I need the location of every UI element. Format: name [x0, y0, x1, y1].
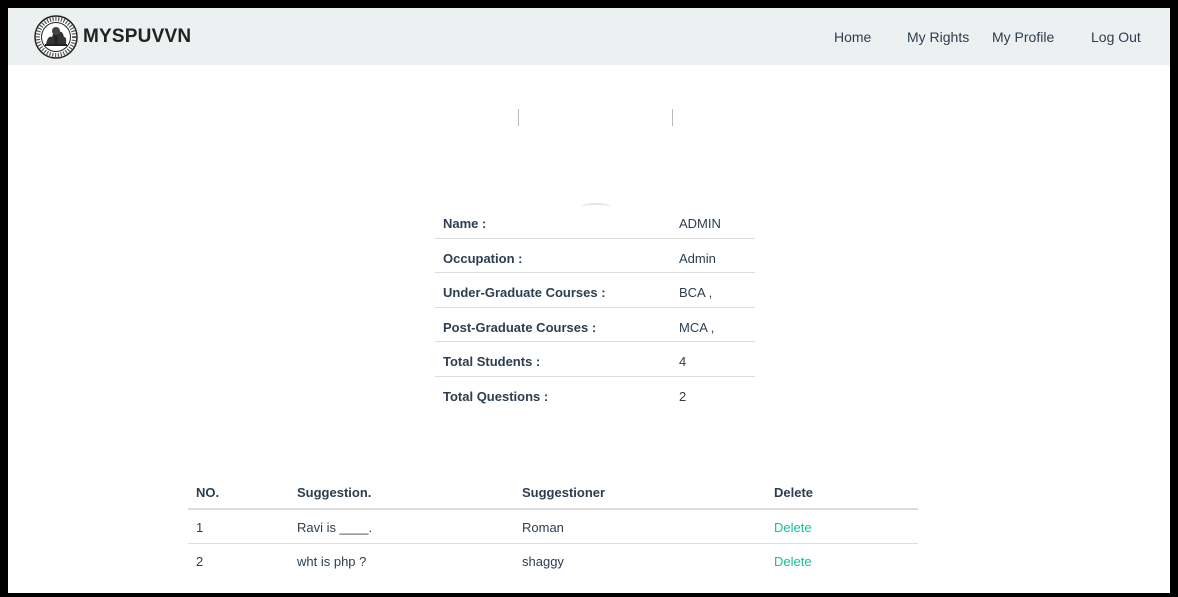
suggestion-text: wht is php ?: [297, 554, 367, 569]
total-questions-label: Total Questions :: [443, 388, 549, 404]
suggestions-table-header: NO. Suggestion. Suggestioner Delete: [188, 478, 918, 510]
header-suggestioner: Suggestioner: [522, 485, 606, 500]
header-no: NO.: [196, 485, 220, 500]
suggestioner-name: Roman: [522, 520, 564, 535]
total-students-value: 4: [679, 354, 687, 369]
total-questions-value: 2: [679, 388, 687, 404]
profile-row-total-students: Total Students : 4: [435, 341, 755, 376]
row-number: 2: [196, 554, 204, 569]
nav-log-out-link[interactable]: Log Out: [1091, 29, 1141, 45]
delete-link[interactable]: Delete: [774, 554, 812, 569]
profile-row-name: Name : ADMIN: [435, 204, 755, 238]
ug-courses-value: BCA ,: [679, 285, 713, 300]
occupation-value: Admin: [679, 250, 716, 266]
suggestions-table: NO. Suggestion. Suggestioner Delete 1 Ra…: [188, 478, 918, 577]
page-frame: MYSPUVVN Home My Rights My Profile Log O…: [8, 8, 1170, 593]
name-value: ADMIN: [679, 216, 721, 231]
profile-row-occupation: Occupation : Admin: [435, 237, 755, 273]
occupation-label: Occupation :: [443, 250, 523, 266]
row-number: 1: [196, 520, 204, 535]
table-row: 1 Ravi is ____. Roman Delete: [188, 510, 918, 544]
pg-courses-label: Post-Graduate Courses :: [443, 319, 597, 335]
header-suggestion: Suggestion.: [297, 485, 372, 500]
delete-link[interactable]: Delete: [774, 520, 812, 535]
profile-row-pg-courses: Post-Graduate Courses : MCA ,: [435, 306, 755, 342]
name-label: Name :: [443, 216, 487, 231]
total-students-label: Total Students :: [443, 354, 541, 369]
pg-courses-value: MCA ,: [679, 319, 715, 335]
profile-row-total-questions: Total Questions : 2: [435, 375, 755, 411]
navbar: MYSPUVVN Home My Rights My Profile Log O…: [8, 8, 1170, 65]
brand[interactable]: MYSPUVVN: [34, 15, 191, 59]
table-row: 2 wht is php ? shaggy Delete: [188, 544, 918, 577]
profile-image-frame-right: [672, 109, 673, 126]
profile-info-table: Name : ADMIN Occupation : Admin Under-Gr…: [435, 204, 755, 410]
brand-name: MYSPUVVN: [83, 26, 192, 47]
nav-home-link[interactable]: Home: [834, 29, 871, 45]
profile-row-ug-courses: Under-Graduate Courses : BCA ,: [435, 272, 755, 307]
university-seal-logo-icon: [34, 15, 78, 59]
ug-courses-label: Under-Graduate Courses :: [443, 285, 606, 300]
suggestioner-name: shaggy: [522, 554, 564, 569]
profile-image-frame-left: [518, 109, 519, 126]
nav-my-rights-link[interactable]: My Rights: [907, 29, 969, 45]
header-delete: Delete: [774, 485, 814, 500]
nav-my-profile-link[interactable]: My Profile: [992, 29, 1054, 45]
suggestion-text: Ravi is ____.: [297, 520, 373, 535]
